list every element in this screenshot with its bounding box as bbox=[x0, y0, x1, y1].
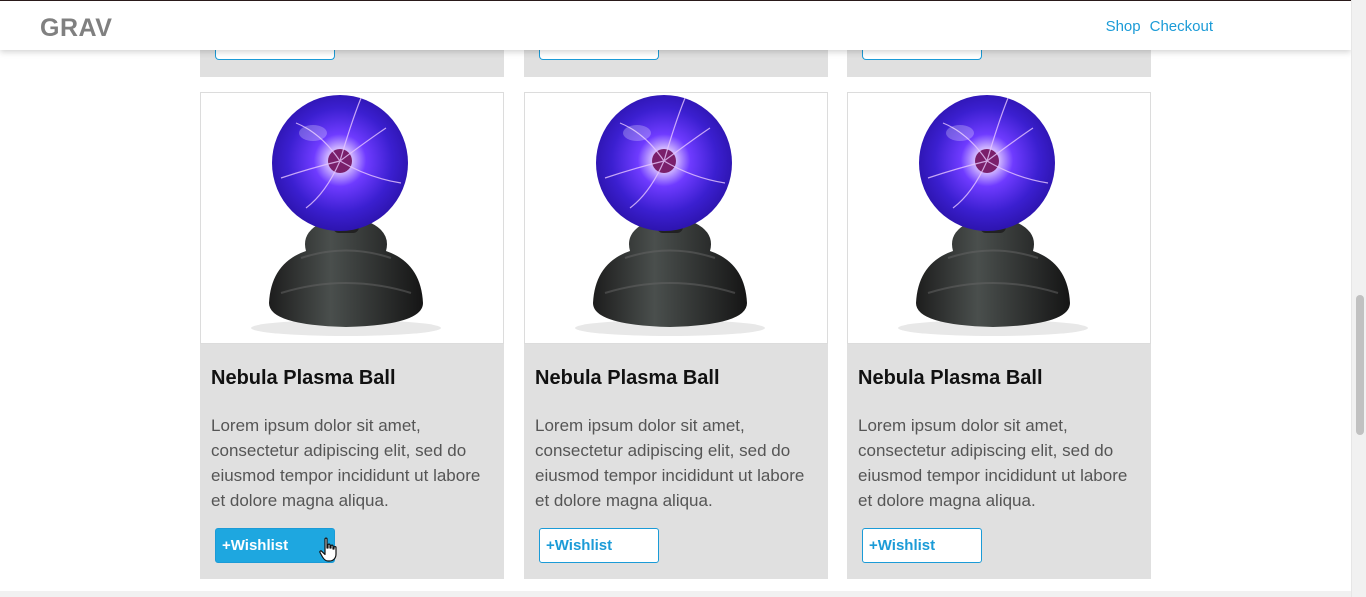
plasma-ball-image bbox=[251, 95, 441, 336]
nav-links: Shop Checkout bbox=[1106, 18, 1213, 35]
horizontal-scrollbar[interactable] bbox=[0, 591, 1351, 597]
plasma-ball-image bbox=[575, 95, 765, 336]
product-card: Nebula Plasma Ball Lorem ipsum dolor sit… bbox=[847, 92, 1151, 579]
nav-link-shop[interactable]: Shop bbox=[1106, 18, 1141, 35]
product-description: Lorem ipsum dolor sit amet, consectetur … bbox=[858, 416, 1128, 510]
product-image[interactable] bbox=[847, 92, 1151, 344]
product-description: Lorem ipsum dolor sit amet, consectetur … bbox=[211, 416, 481, 510]
product-title: Nebula Plasma Ball bbox=[535, 367, 720, 389]
product-title: Nebula Plasma Ball bbox=[858, 367, 1043, 389]
top-navbar: GRAV Shop Checkout bbox=[0, 1, 1351, 50]
plasma-ball-image bbox=[898, 95, 1088, 336]
wishlist-button[interactable]: +Wishlist bbox=[539, 528, 659, 563]
nav-link-checkout[interactable]: Checkout bbox=[1150, 18, 1213, 35]
product-image[interactable] bbox=[200, 92, 504, 344]
product-description: Lorem ipsum dolor sit amet, consectetur … bbox=[535, 416, 805, 510]
product-image[interactable] bbox=[524, 92, 828, 344]
product-card: Nebula Plasma Ball Lorem ipsum dolor sit… bbox=[200, 92, 504, 579]
product-card: Nebula Plasma Ball Lorem ipsum dolor sit… bbox=[524, 92, 828, 579]
wishlist-button[interactable]: +Wishlist bbox=[862, 528, 982, 563]
wishlist-button[interactable]: +Wishlist bbox=[215, 528, 335, 563]
top-border bbox=[0, 0, 1351, 1]
product-title: Nebula Plasma Ball bbox=[211, 367, 396, 389]
page-viewport: Nebula Plasma Ball Lorem ipsum dolor sit… bbox=[0, 0, 1366, 597]
vertical-scrollbar[interactable] bbox=[1351, 0, 1366, 597]
product-grid: Nebula Plasma Ball Lorem ipsum dolor sit… bbox=[0, 0, 1351, 597]
site-logo[interactable]: GRAV bbox=[40, 14, 112, 43]
scrollbar-thumb[interactable] bbox=[1356, 295, 1364, 435]
hand-cursor-icon bbox=[319, 537, 337, 562]
